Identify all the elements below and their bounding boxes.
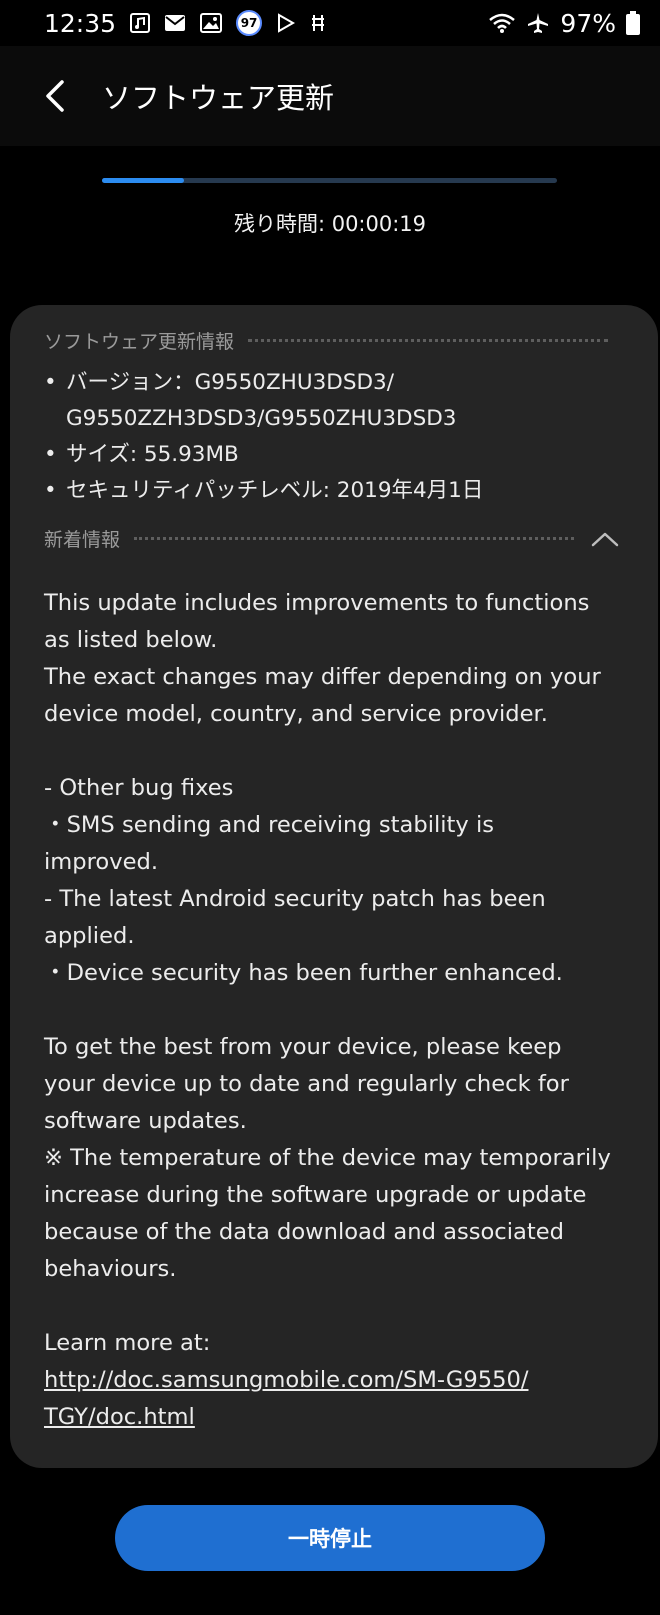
version-line-2: G9550ZZH3DSD3/G9550ZHU3DSD3 (66, 406, 457, 431)
gmail-icon (164, 14, 186, 32)
status-bar: 12:35 97 97% (0, 0, 660, 46)
update-details-card[interactable]: ソフトウェア更新情報 • バージョン：G9550ZHU3DSD3/ G9550Z… (10, 305, 658, 1468)
remaining-time-text: 残り時間: 00:00:19 (233, 212, 427, 236)
pause-button[interactable]: 一時停止 (115, 1505, 545, 1571)
security-patch-text: セキュリティパッチレベル: 2019年4月1日 (66, 478, 484, 503)
list-item-size: • サイズ: 55.93MB (44, 437, 644, 473)
status-time: 12:35 (44, 8, 117, 38)
release-notes: This update includes improvements to fun… (44, 585, 634, 1436)
notes-line: ・SMS sending and receiving stability is (44, 812, 494, 838)
doc-link-line-2[interactable]: TGY/doc.html (44, 1404, 195, 1430)
progress-fill (102, 178, 184, 183)
size-text: サイズ: 55.93MB (66, 442, 239, 467)
list-item-version: • バージョン：G9550ZHU3DSD3/ G9550ZZH3DSD3/G95… (44, 365, 644, 437)
bullet: • (44, 370, 57, 395)
notes-line: because of the data download and associa… (44, 1219, 564, 1245)
notes-line: behaviours. (44, 1256, 177, 1282)
page-title: ソフトウェア更新 (102, 81, 335, 115)
notes-line: improved. (44, 849, 159, 875)
version-line-1: バージョン：G9550ZHU3DSD3/ (66, 370, 394, 395)
notes-line: device model, country, and service provi… (44, 701, 548, 727)
update-info-heading: ソフトウェア更新情報 (44, 331, 235, 353)
notes-line: ・Device security has been further enhanc… (44, 960, 563, 986)
battery-percent: 97% (560, 8, 616, 38)
notes-line: applied. (44, 923, 135, 949)
bullet: • (44, 478, 57, 503)
back-button[interactable] (30, 71, 80, 121)
notes-line: To get the best from your device, please… (44, 1034, 562, 1060)
play-store-icon (276, 13, 296, 33)
battery-icon (626, 11, 640, 35)
update-info-list: • バージョン：G9550ZHU3DSD3/ G9550ZZH3DSD3/G95… (44, 365, 644, 509)
usb-debug-icon (310, 13, 326, 33)
airplane-mode-icon (526, 11, 550, 35)
gallery-icon (200, 13, 223, 33)
divider (134, 537, 574, 540)
chevron-left-icon (46, 80, 64, 112)
divider (248, 339, 608, 342)
notes-line: as listed below. (44, 627, 218, 653)
notes-line: software updates. (44, 1108, 247, 1134)
whats-new-heading: 新着情報 (44, 529, 121, 551)
list-item-security-patch: • セキュリティパッチレベル: 2019年4月1日 (44, 473, 644, 509)
learn-more-text: Learn more at: (44, 1330, 211, 1356)
collapse-button[interactable] (588, 526, 622, 552)
notes-line: - Other bug fixes (44, 775, 234, 801)
notes-line: increase during the software upgrade or … (44, 1182, 587, 1208)
app-bar: ソフトウェア更新 (0, 46, 660, 146)
notes-line: - The latest Android security patch has … (44, 886, 546, 912)
notes-line: ※ The temperature of the device may temp… (44, 1145, 611, 1171)
bullet: • (44, 442, 57, 467)
wifi-icon (488, 12, 516, 34)
whats-new-header[interactable]: 新着情報 (44, 525, 622, 552)
music-note-icon (130, 13, 151, 33)
doc-link-line-1[interactable]: http://doc.samsungmobile.com/SM-G9550/ (44, 1367, 528, 1393)
notes-line: your device up to date and regularly che… (44, 1071, 569, 1097)
download-progress-bar (102, 178, 557, 183)
chevron-up-icon (591, 532, 619, 546)
update-info-header: ソフトウェア更新情報 (44, 327, 622, 354)
notes-line: The exact changes may differ depending o… (44, 664, 601, 690)
notes-line: This update includes improvements to fun… (44, 590, 590, 616)
notification-badge-icon: 97 (236, 10, 263, 36)
